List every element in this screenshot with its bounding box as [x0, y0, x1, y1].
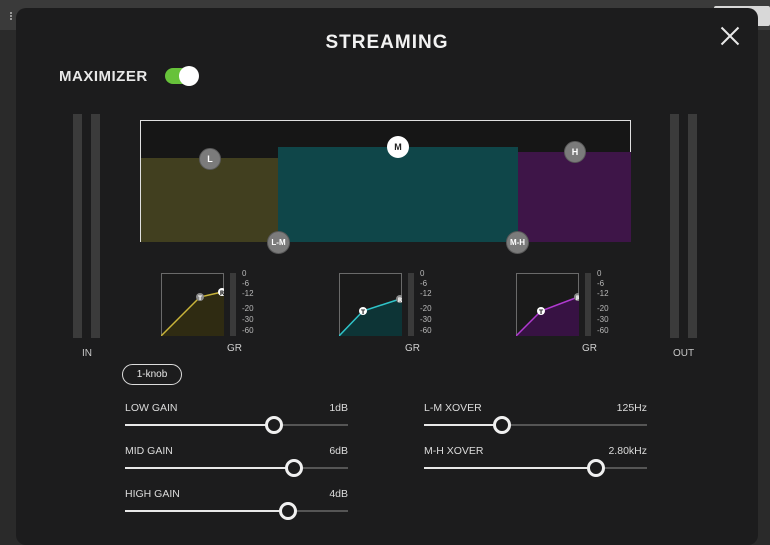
high-compressor-curve: T R: [516, 293, 579, 336]
mh-crossover-handle[interactable]: M-H: [506, 231, 529, 254]
multiband-display[interactable]: L M H L-M M-H: [140, 120, 631, 254]
low-gain-label: LOW GAIN: [125, 402, 178, 414]
mh-xover-slider: M-H XOVER 2.80kHz: [424, 445, 647, 485]
input-meter-right: [91, 114, 100, 338]
lm-xover-slider: L-M XOVER 125Hz: [424, 402, 647, 442]
high-gain-thumb[interactable]: [278, 502, 297, 520]
low-ratio-marker: R: [220, 290, 224, 297]
low-band-handle[interactable]: L: [199, 148, 221, 170]
high-gain-fill: [125, 510, 288, 512]
mid-gain-slider: MID GAIN 6dB: [125, 445, 348, 485]
low-gain-value: 1dB: [329, 402, 348, 414]
low-band: [141, 158, 278, 242]
mid-band: [278, 147, 518, 242]
mh-xover-fill: [424, 467, 596, 469]
mid-gain-thumb[interactable]: [285, 459, 304, 477]
high-gain-slider: HIGH GAIN 4dB: [125, 488, 348, 528]
mid-gain-value: 6dB: [329, 445, 348, 457]
mid-gain-track[interactable]: [125, 459, 348, 477]
mid-ratio-marker: R: [398, 297, 402, 304]
lm-xover-track[interactable]: [424, 416, 647, 434]
dialog-title: STREAMING: [325, 32, 449, 53]
mh-xover-value: 2.80kHz: [608, 445, 647, 457]
high-gr-label: GR: [582, 343, 597, 354]
lm-xover-value: 125Hz: [616, 402, 647, 414]
output-meter-label: OUT: [673, 348, 695, 359]
mid-gain-fill: [125, 467, 295, 469]
low-gr-meter: [230, 273, 236, 336]
mh-xover-label: M-H XOVER: [424, 445, 484, 457]
lm-crossover-handle[interactable]: L-M: [267, 231, 290, 254]
high-band: [518, 152, 631, 242]
mid-gr-meter: [408, 273, 414, 336]
maximizer-toggle[interactable]: [165, 66, 199, 86]
toggle-knob: [179, 66, 199, 86]
mid-gr-label: GR: [405, 343, 420, 354]
maximizer-label: MAXIMIZER: [59, 68, 148, 85]
input-meter-label: IN: [82, 348, 92, 359]
high-gr-meter: [585, 273, 591, 336]
low-gain-track[interactable]: [125, 416, 348, 434]
high-gain-track[interactable]: [125, 502, 348, 520]
low-gain-fill: [125, 424, 275, 426]
output-meter-left: [670, 114, 679, 338]
close-icon[interactable]: [718, 24, 742, 48]
one-knob-button[interactable]: 1-knob: [122, 364, 182, 385]
lm-xover-thumb[interactable]: [493, 416, 512, 434]
streaming-dialog: STREAMING MAXIMIZER IN OUT L M H L-M M-H…: [16, 8, 758, 545]
mid-band-handle[interactable]: M: [387, 136, 409, 158]
mid-compressor-curve: T R: [339, 295, 402, 336]
low-gr-label: GR: [227, 343, 242, 354]
lm-xover-fill: [424, 424, 503, 426]
low-compressor-curve: T R: [161, 288, 224, 336]
output-meter-right: [688, 114, 697, 338]
high-ratio-marker: R: [576, 295, 579, 302]
low-gain-slider: LOW GAIN 1dB: [125, 402, 348, 442]
mid-gain-label: MID GAIN: [125, 445, 173, 457]
mh-xover-thumb[interactable]: [586, 459, 605, 477]
mh-xover-track[interactable]: [424, 459, 647, 477]
low-gain-thumb[interactable]: [265, 416, 284, 434]
input-meter-left: [73, 114, 82, 338]
high-gain-value: 4dB: [329, 488, 348, 500]
high-band-handle[interactable]: H: [564, 141, 586, 163]
lm-xover-label: L-M XOVER: [424, 402, 482, 414]
high-gain-label: HIGH GAIN: [125, 488, 180, 500]
